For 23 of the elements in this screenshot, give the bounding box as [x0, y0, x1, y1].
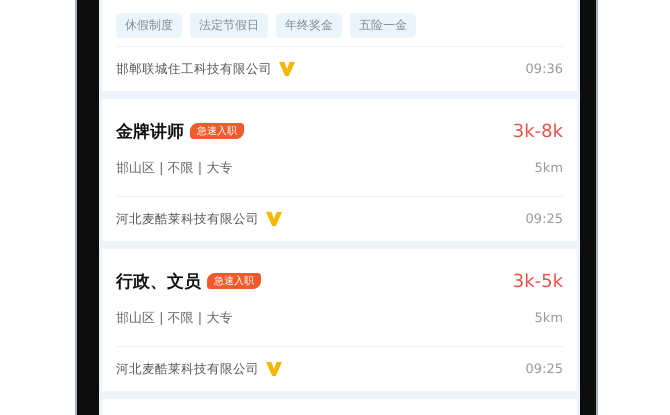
urgent-badge: 急速入职: [207, 273, 261, 289]
post-time: 09:25: [526, 212, 563, 226]
job-card[interactable]: 金牌讲师 急速入职 3k-8k 邯山区 | 不限 | 大专 5km 河北麦酷莱科技有限公司 09:25: [102, 99, 577, 241]
benefit-tag: 休假制度: [116, 13, 182, 38]
company-name: 河北麦酷莱科技有限公司: [116, 210, 259, 228]
salary: 3k-8k: [512, 120, 563, 142]
company-name: 河北麦酷莱科技有限公司: [116, 360, 259, 378]
benefit-tag: 法定节假日: [190, 13, 268, 38]
job-requirements: 邯山区 | 不限 | 大专: [116, 160, 232, 177]
urgent-badge: 急速入职: [190, 123, 244, 139]
company-name: 邯郸联城住工科技有限公司: [116, 60, 272, 78]
salary: 3k-5k: [512, 270, 563, 292]
distance: 5km: [534, 310, 563, 326]
job-card[interactable]: 行政、文员 急速入职 3k-5k 邯山区 | 不限 | 大专 5km 河北麦酷莱科技有限公司 09:25: [102, 249, 577, 391]
post-time: 09:25: [526, 362, 563, 376]
job-title: 行政、文员: [116, 270, 201, 292]
job-title: 金牌讲师: [116, 120, 184, 142]
benefit-tag: 五险一金: [350, 13, 416, 38]
post-time: 09:36: [526, 62, 563, 76]
job-requirements: 邯山区 | 不限 | 大专: [116, 310, 232, 327]
job-card[interactable]: 休假制度 法定节假日 年终奖金 五险一金 邯郸联城住工科技有限公司 09:36: [102, 0, 577, 91]
distance: 5km: [534, 160, 563, 176]
benefit-tag: 年终奖金: [276, 13, 342, 38]
